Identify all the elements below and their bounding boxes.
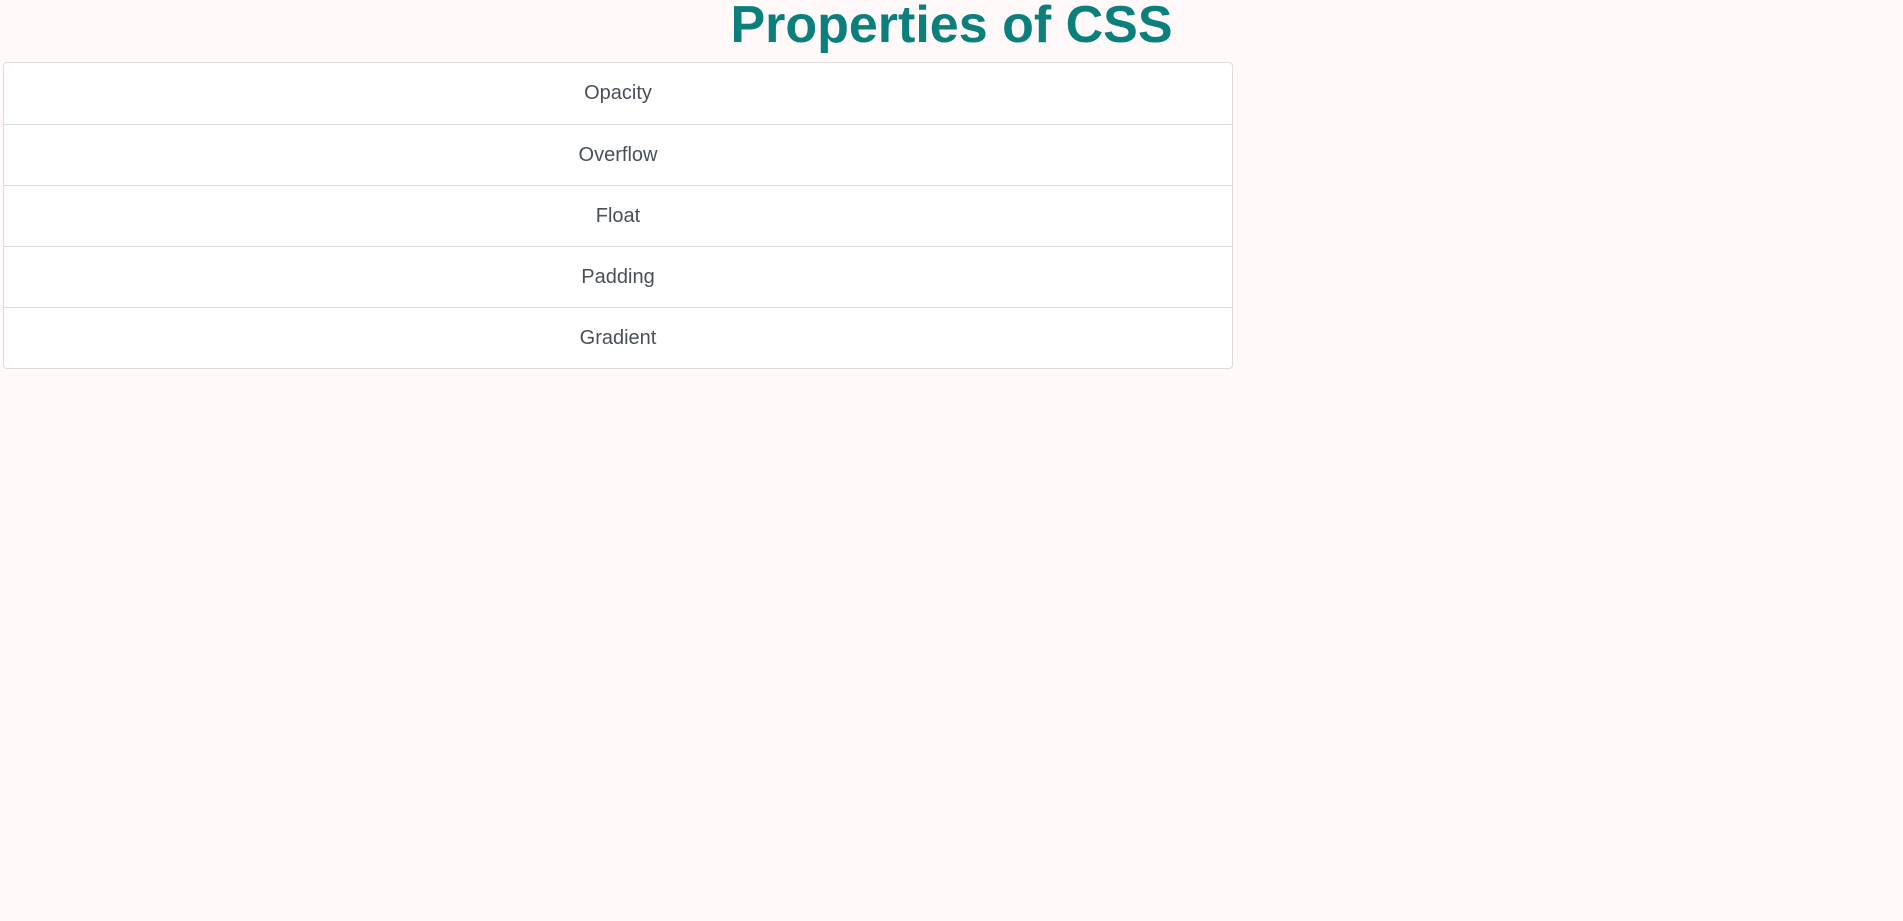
page: Properties of CSS Opacity Overflow Float… [0,0,1903,921]
list-item-gradient[interactable]: Gradient [4,307,1232,368]
list-item-float[interactable]: Float [4,185,1232,246]
css-properties-list: Opacity Overflow Float Padding Gradient [3,62,1233,369]
list-item-overflow[interactable]: Overflow [4,124,1232,185]
list-item-opacity[interactable]: Opacity [4,63,1232,124]
list-item-padding[interactable]: Padding [4,246,1232,307]
page-title: Properties of CSS [730,0,1173,54]
